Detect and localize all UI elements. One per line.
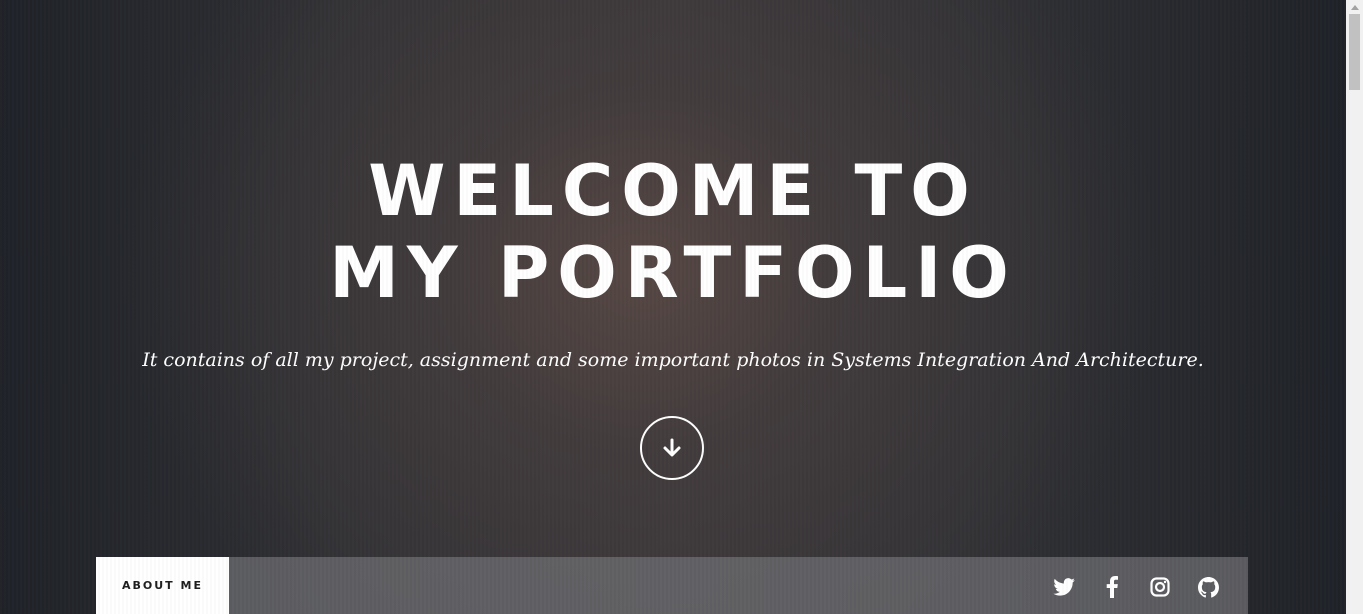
- hero-title-line-1: WELCOME TO: [368, 150, 978, 232]
- instagram-icon: [1150, 577, 1170, 597]
- twitter-icon: [1053, 578, 1075, 596]
- social-links: [1052, 575, 1220, 599]
- scrollbar[interactable]: [1346, 0, 1363, 614]
- hero-title-line-2: MY PORTFOLIO: [329, 232, 1017, 314]
- github-icon: [1197, 576, 1219, 597]
- hero-title: WELCOME TO MY PORTFOLIO: [0, 150, 1346, 314]
- github-link[interactable]: [1196, 575, 1220, 599]
- scroll-down-button[interactable]: [640, 416, 704, 480]
- instagram-link[interactable]: [1148, 575, 1172, 599]
- arrow-down-icon: [663, 438, 681, 457]
- twitter-link[interactable]: [1052, 575, 1076, 599]
- facebook-link[interactable]: [1100, 575, 1124, 599]
- hero-section: WELCOME TO MY PORTFOLIO It contains of a…: [0, 0, 1346, 614]
- chevron-up-icon: [1350, 4, 1359, 10]
- hero-subtitle: It contains of all my project, assignmen…: [142, 349, 1204, 371]
- nav-item-about-me[interactable]: ABOUT ME: [96, 557, 229, 614]
- scroll-up-arrow[interactable]: [1346, 0, 1363, 14]
- scrollbar-thumb[interactable]: [1349, 14, 1360, 90]
- facebook-icon: [1106, 576, 1118, 598]
- nav-bar: ABOUT ME: [96, 557, 1248, 614]
